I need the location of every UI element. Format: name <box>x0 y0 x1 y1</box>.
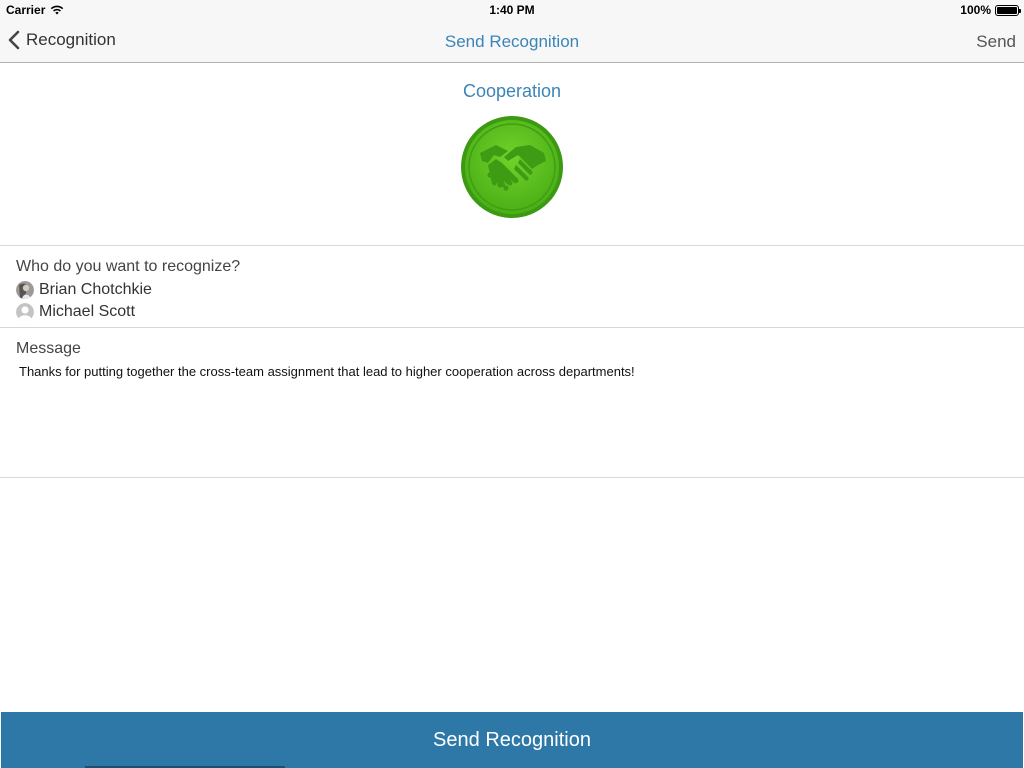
message-label: Message <box>16 340 81 357</box>
message-text[interactable]: Thanks for putting together the cross-te… <box>16 364 1008 380</box>
battery-percent: 100% <box>960 3 991 17</box>
default-avatar-icon <box>16 303 34 321</box>
message-section[interactable]: Message Thanks for putting together the … <box>0 328 1024 478</box>
recipient-name: Brian Chotchkie <box>39 281 152 298</box>
page-title: Send Recognition <box>444 32 580 51</box>
badge-title: Cooperation <box>462 81 562 101</box>
recipient-name: Michael Scott <box>39 303 136 320</box>
recipients-label: Who do you want to recognize? <box>16 258 241 275</box>
status-time: 1:40 PM <box>489 3 535 17</box>
recipient-item[interactable]: Brian Chotchkie <box>16 279 1008 301</box>
photo-avatar-icon <box>16 281 34 299</box>
send-nav-button[interactable]: Send <box>976 32 1016 52</box>
handshake-icon[interactable] <box>460 115 564 219</box>
recipient-item[interactable]: Michael Scott <box>16 301 1008 323</box>
status-right: 100% <box>960 3 1021 17</box>
status-bar: Carrier 1:40 PM 100% <box>0 0 1024 20</box>
send-recognition-button[interactable]: Send Recognition <box>1 712 1023 768</box>
recipients-section[interactable]: Who do you want to recognize? Brian Chot… <box>0 246 1024 328</box>
badge-section: Cooperation <box>0 63 1024 246</box>
navigation-bar: Recognition Send Recognition Send <box>0 20 1024 63</box>
battery-icon <box>995 4 1021 16</box>
